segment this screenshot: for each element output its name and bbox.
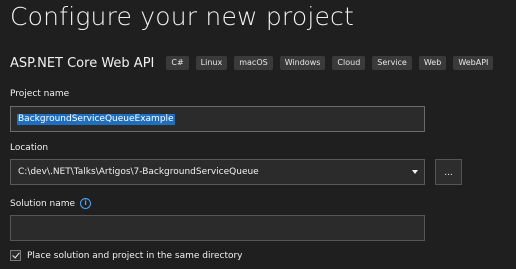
same-directory-checkbox[interactable]: [10, 250, 21, 261]
tag-cloud: Cloud: [332, 56, 366, 70]
template-header: ASP.NET Core Web API C# Linux macOS Wind…: [10, 53, 500, 73]
same-directory-label: Place solution and project in the same d…: [27, 250, 243, 261]
project-name-label: Project name: [10, 89, 70, 99]
browse-button[interactable]: ...: [435, 159, 462, 185]
project-name-value: BackgroundServiceQueueExample: [17, 114, 175, 125]
tag-webapi: WebAPI: [453, 56, 494, 70]
tag-linux: Linux: [195, 56, 228, 70]
project-name-input[interactable]: BackgroundServiceQueueExample: [10, 106, 425, 132]
location-value: C:\dev\.NET\Talks\Artigos\7-BackgroundSe…: [18, 167, 259, 177]
tag-windows: Windows: [279, 56, 326, 70]
location-label: Location: [10, 143, 49, 153]
tag-web: Web: [418, 56, 447, 70]
checkmark-icon: [12, 250, 20, 259]
tag-macos: macOS: [234, 56, 273, 70]
solution-name-label-row: Solution name i: [10, 198, 92, 209]
tag-csharp: C#: [166, 56, 189, 70]
solution-name-label: Solution name: [10, 198, 76, 209]
template-name: ASP.NET Core Web API: [10, 55, 155, 71]
page-title: Configure your new project: [10, 2, 354, 31]
solution-name-input[interactable]: [10, 215, 425, 241]
info-icon[interactable]: i: [80, 198, 92, 209]
tag-service: Service: [372, 56, 412, 70]
same-directory-option[interactable]: Place solution and project in the same d…: [10, 250, 243, 261]
chevron-down-icon[interactable]: [412, 170, 418, 174]
location-combobox[interactable]: C:\dev\.NET\Talks\Artigos\7-BackgroundSe…: [10, 159, 425, 185]
